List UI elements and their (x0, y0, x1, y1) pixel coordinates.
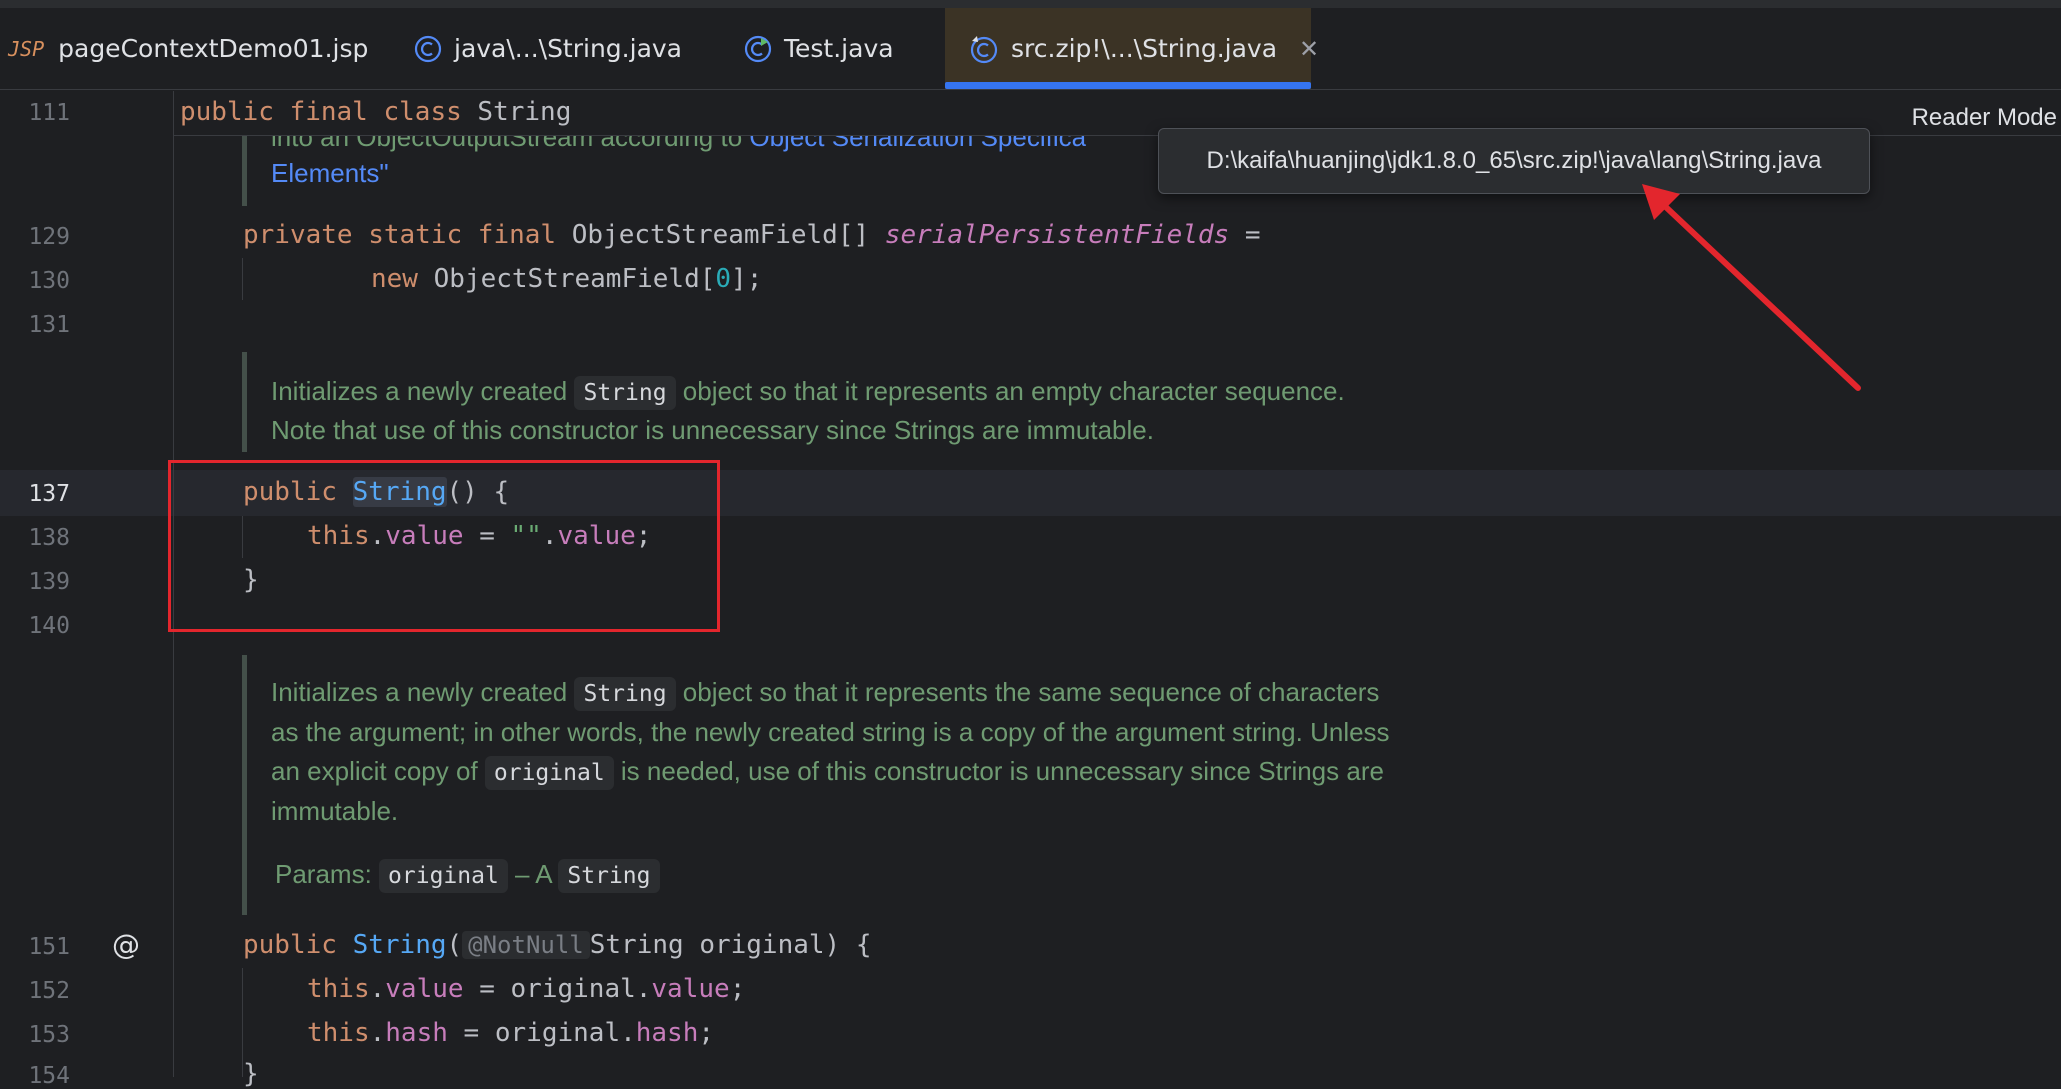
jsp-file-icon: JSP (8, 36, 45, 61)
tab-label: java\...\String.java (454, 34, 683, 63)
line-number: 130 (28, 268, 70, 294)
tab-src-zip-string-java[interactable]: src.zip!\...\String.java ✕ (945, 8, 1319, 89)
doc-comment-line: Initializes a newly created String objec… (271, 673, 1379, 712)
runnable-class-icon (744, 35, 772, 63)
code-chip: String (558, 859, 660, 893)
tab-label: pageContextDemo01.jsp (58, 34, 369, 63)
close-tab-icon[interactable]: ✕ (1299, 35, 1319, 63)
tab-label: Test.java (784, 34, 894, 63)
inlay-annotation: @NotNull (462, 931, 590, 959)
line-number: 154 (28, 1063, 70, 1089)
line-number: 153 (28, 1022, 70, 1048)
class-icon (414, 35, 442, 63)
tab-test-java[interactable]: Test.java (744, 8, 894, 89)
doc-comment-bar (242, 136, 247, 206)
code-line-130[interactable]: new ObjectStreamField[0]; (371, 264, 762, 294)
tab-label: src.zip!\...\String.java (1011, 34, 1278, 63)
tab-string-java[interactable]: java\...\String.java (414, 8, 682, 89)
code-chip: original (379, 859, 508, 893)
code-chip: String (574, 677, 676, 711)
doc-comment-line: Note that use of this constructor is unn… (271, 415, 1154, 445)
line-number: 140 (28, 613, 70, 639)
doc-comment-fragment-line2: Elements" (271, 158, 389, 188)
doc-comment-bar (242, 352, 247, 452)
doc-comment-line: as the argument; in other words, the new… (271, 717, 1390, 747)
line-number: 139 (28, 569, 70, 595)
library-class-icon (969, 34, 999, 64)
red-arrow-annotation (1642, 184, 1861, 391)
code-line-153[interactable]: this.hash = original.hash; (307, 1018, 714, 1048)
line-number: 131 (28, 312, 70, 338)
line-number: 111 (28, 100, 70, 126)
doc-comment-line: Initializes a newly created String objec… (271, 372, 1345, 411)
line-number-current: 137 (28, 481, 70, 507)
code-chip: String (574, 376, 676, 410)
code-line-151[interactable]: public String(@NotNull String original) { (243, 930, 872, 960)
active-tab-indicator (945, 82, 1311, 89)
tab-pagecontextdemo01-jsp[interactable]: JSP pageContextDemo01.jsp (8, 8, 368, 89)
red-highlight-box (168, 460, 720, 632)
doc-comment-line: an explicit copy of original is needed, … (271, 752, 1384, 791)
code-line-129[interactable]: private static final ObjectStreamField[]… (243, 220, 1261, 250)
indent-guide (242, 258, 243, 300)
window-top-strip (0, 0, 2061, 8)
line-number: 152 (28, 978, 70, 1004)
code-line-154[interactable]: } (243, 1059, 259, 1089)
reader-mode-button[interactable]: Reader Mode (1912, 104, 2057, 132)
editor-tab-bar: JSP pageContextDemo01.jsp java\...\Strin… (0, 8, 2061, 90)
code-line-152[interactable]: this.value = original.value; (307, 974, 745, 1004)
annotation-gutter-icon[interactable]: @ (112, 928, 140, 961)
code-chip: original (484, 756, 614, 790)
line-number: 129 (28, 224, 70, 250)
doc-params: Params: original – A String (275, 855, 660, 894)
sticky-class-header[interactable]: public final class String (180, 97, 571, 127)
doc-comment-bar (242, 655, 247, 915)
line-number: 151 (28, 934, 70, 960)
line-number: 138 (28, 525, 70, 551)
doc-comment-line: immutable. (271, 796, 399, 826)
